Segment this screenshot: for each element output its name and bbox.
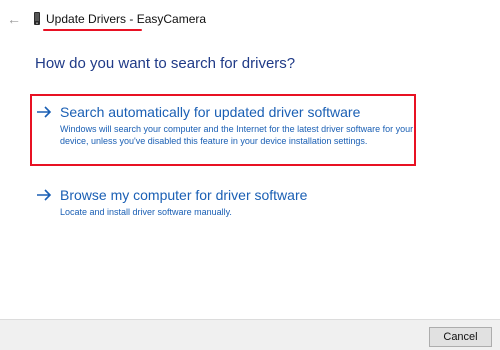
page-heading: How do you want to search for drivers? [35, 55, 296, 72]
title-bar: ← Update Drivers - EasyCamera [0, 0, 500, 40]
back-arrow-icon[interactable]: ← [6, 11, 22, 27]
option-description: Windows will search your computer and th… [60, 124, 414, 146]
device-icon [34, 12, 40, 25]
arrow-right-icon [37, 189, 52, 201]
option-title: Browse my computer for driver software [60, 187, 308, 203]
option-description: Locate and install driver software manua… [60, 207, 232, 217]
dialog-footer: Cancel [0, 319, 500, 350]
window-title: Update Drivers - EasyCamera [46, 12, 206, 27]
window-title-device: EasyCamera [136, 12, 207, 26]
option-title: Search automatically for updated driver … [60, 104, 361, 120]
title-underline-annotation [43, 29, 142, 31]
window-title-prefix: Update Drivers - [46, 12, 137, 26]
cancel-button[interactable]: Cancel [429, 327, 492, 347]
arrow-right-icon [37, 106, 52, 118]
